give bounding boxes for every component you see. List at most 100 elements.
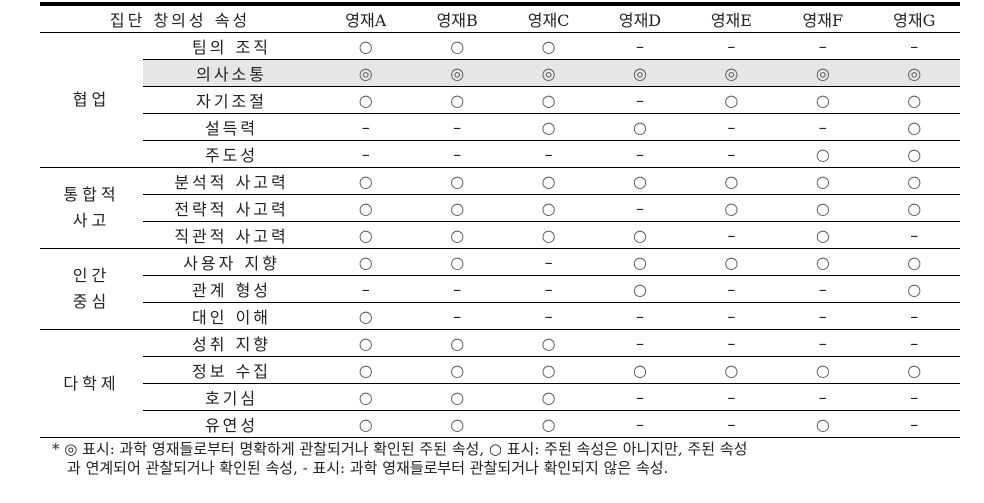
attribute-cell: 대인 이해 [143, 302, 321, 330]
category-cell: 인간 중심 [40, 248, 144, 330]
related-attribute-mark: ○ [411, 86, 503, 114]
related-attribute-mark: ○ [502, 32, 595, 60]
not-observed-mark: – [502, 275, 595, 303]
not-observed-mark: – [320, 140, 412, 168]
attribute-cell: 정보 수집 [143, 356, 321, 384]
related-attribute-mark: ○ [320, 356, 412, 384]
related-attribute-mark: ○ [777, 194, 869, 222]
related-attribute-mark: ○ [411, 329, 503, 357]
not-observed-mark: – [777, 32, 869, 60]
attribute-cell: 직관적 사고력 [143, 221, 321, 249]
related-attribute-mark: ○ [868, 194, 960, 222]
category-cell: 협업 [40, 32, 144, 168]
related-attribute-mark: ○ [685, 356, 778, 384]
related-attribute-mark: ○ [502, 86, 595, 114]
table-row: 협업 팀의 조직 ○ ○ ○ – – – – [40, 32, 960, 168]
related-attribute-mark: ○ [411, 410, 503, 438]
related-attribute-mark: ○ [502, 410, 595, 438]
attribute-cell: 사용자 지향 [143, 248, 321, 276]
category-label-line: 다학제 [63, 373, 120, 393]
table-row: 전략적 사고력 ○ ○ ○ – ○ ○ ○ [40, 194, 960, 222]
table-row: 인간 중심 사용자 지향 ○ ○ – ○ ○ ○ ○ [40, 248, 960, 330]
not-observed-mark: – [411, 113, 503, 141]
related-attribute-mark: ○ [685, 194, 778, 222]
table-row: 호기심 ○ ○ ○ – – – – [40, 383, 960, 411]
not-observed-mark: – [685, 275, 778, 303]
attribute-cell: 유연성 [143, 410, 321, 438]
category-cell: 통합적 사고 [40, 167, 144, 249]
not-observed-mark: – [868, 32, 960, 60]
footnote-line-1: * ◎ 표시: 과학 영재들로부터 명확하게 관찰되거나 확인된 주된 속성, … [52, 440, 748, 458]
attribute-cell: 자기조절 [143, 86, 321, 114]
category-cell: 다학제 [40, 329, 144, 438]
table-row: 자기조절 ○ ○ ○ – ○ ○ ○ [40, 86, 960, 114]
not-observed-mark: – [685, 329, 778, 357]
footnote-line-2: 과 연계되어 관찰되거나 확인된 속성, - 표시: 과학 영재들로부터 관찰되… [67, 459, 669, 477]
table-row: 정보 수집 ○ ○ ○ ○ ○ ○ ○ [40, 356, 960, 384]
table-row: 유연성 ○ ○ ○ – – ○ – [40, 410, 960, 438]
primary-attribute-mark: ◎ [868, 59, 960, 87]
attribute-cell: 성취 지향 [143, 329, 321, 357]
related-attribute-mark: ○ [502, 221, 595, 249]
related-attribute-mark: ○ [411, 221, 503, 249]
not-observed-mark: – [685, 302, 778, 330]
related-attribute-mark: ○ [777, 167, 869, 195]
not-observed-mark: – [685, 32, 778, 60]
attribute-cell: 팀의 조직 [143, 32, 321, 60]
related-attribute-mark: ○ [685, 167, 778, 195]
related-attribute-mark: ○ [411, 248, 503, 276]
attribute-cell: 분석적 사고력 [143, 167, 321, 195]
related-attribute-mark: ○ [685, 248, 778, 276]
not-observed-mark: – [685, 113, 778, 141]
primary-attribute-mark: ◎ [777, 59, 869, 87]
related-attribute-mark: ○ [411, 356, 503, 384]
creativity-attribute-table: 집단 창의성 속성 영재A 영재B 영재C 영재D 영재E 영재F 영재G 협업… [40, 2, 960, 438]
related-attribute-mark: ○ [411, 167, 503, 195]
related-attribute-mark: ○ [320, 302, 412, 330]
related-attribute-mark: ○ [777, 221, 869, 249]
table-row: 통합적 사고 분석적 사고력 ○ ○ ○ ○ ○ ○ ○ [40, 167, 960, 249]
related-attribute-mark: ○ [411, 383, 503, 411]
related-attribute-mark: ○ [868, 167, 960, 195]
header-attribute: 집단 창의성 속성 [40, 2, 321, 33]
related-attribute-mark: ○ [320, 86, 412, 114]
category-label-line: 협업 [72, 90, 111, 109]
related-attribute-mark: ○ [685, 86, 778, 114]
primary-attribute-mark: ◎ [594, 59, 686, 87]
not-observed-mark: – [777, 275, 869, 303]
not-observed-mark: – [411, 140, 503, 168]
table-row: 설득력 – – ○ ○ – – ○ [40, 113, 960, 141]
related-attribute-mark: ○ [868, 248, 960, 276]
related-attribute-mark: ○ [411, 32, 503, 60]
not-observed-mark: – [777, 113, 869, 141]
related-attribute-mark: ○ [594, 248, 686, 276]
category-label-line: 인간 [72, 266, 111, 285]
not-observed-mark: – [594, 86, 686, 114]
table-row: 대인 이해 ○ – – – – – – [40, 302, 960, 330]
not-observed-mark: – [685, 383, 778, 411]
header-student: 영재E [685, 2, 778, 33]
table-header-row: 집단 창의성 속성 영재A 영재B 영재C 영재D 영재E 영재F 영재G [40, 2, 960, 33]
related-attribute-mark: ○ [320, 410, 412, 438]
header-student: 영재F [777, 2, 869, 33]
header-student: 영재D [594, 2, 686, 33]
not-observed-mark: – [502, 248, 595, 276]
not-observed-mark: – [411, 275, 503, 303]
not-observed-mark: – [502, 302, 595, 330]
attribute-cell: 의사소통 [143, 59, 321, 87]
primary-attribute-mark: ◎ [502, 59, 595, 87]
related-attribute-mark: ○ [868, 275, 960, 303]
not-observed-mark: – [594, 140, 686, 168]
related-attribute-mark: ○ [320, 383, 412, 411]
not-observed-mark: – [777, 302, 869, 330]
table-row: 주도성 – – – – – ○ ○ [40, 140, 960, 168]
related-attribute-mark: ○ [594, 275, 686, 303]
header-student: 영재B [411, 2, 503, 33]
related-attribute-mark: ○ [594, 113, 686, 141]
related-attribute-mark: ○ [777, 248, 869, 276]
not-observed-mark: – [868, 329, 960, 357]
related-attribute-mark: ○ [868, 86, 960, 114]
attribute-cell: 설득력 [143, 113, 321, 141]
related-attribute-mark: ○ [594, 167, 686, 195]
related-attribute-mark: ○ [320, 248, 412, 276]
